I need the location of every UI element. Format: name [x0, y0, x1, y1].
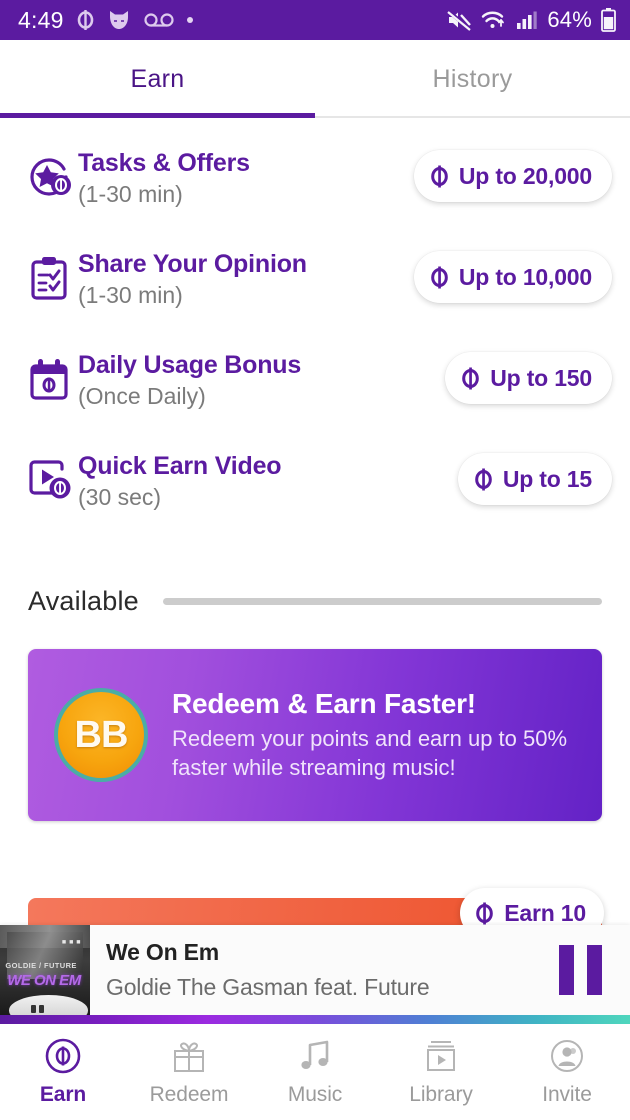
track-artist: Goldie The Gasman feat. Future [106, 974, 430, 1000]
nav-label-music: Music [287, 1083, 343, 1106]
nav-item-invite[interactable]: Invite [504, 1037, 630, 1107]
coin-icon [476, 902, 494, 924]
tab-bar: Earn History [0, 40, 630, 118]
gift-icon [170, 1037, 208, 1075]
coin-circle-icon [44, 1037, 82, 1075]
bb-logo-badge: BB [54, 688, 148, 782]
reward-pill-quick-video[interactable]: Up to 15 [457, 453, 612, 505]
earn-title: Tasks & Offers [78, 149, 250, 177]
earn-title: Share Your Opinion [78, 250, 307, 278]
player-metadata: We On Em Goldie The Gasman feat. Future [90, 939, 559, 1001]
reward-label: Up to 20,000 [458, 162, 592, 189]
album-art-tiny-text: ■ ■ ■ [61, 939, 81, 947]
earn-row-quick-video[interactable]: Quick Earn Video (30 sec) Up to 15 [0, 449, 630, 550]
album-art[interactable]: ■ ■ ■ GOLDIE / FUTURE WE ON EM [0, 925, 90, 1015]
pause-button[interactable] [559, 945, 630, 995]
earn-text-share-opinion: Share Your Opinion (1-30 min) [74, 247, 414, 311]
reward-pill-share-opinion[interactable]: Up to 10,000 [413, 251, 612, 303]
promo-banner-redeem-earn-faster[interactable]: BB Redeem & Earn Faster! Redeem your poi… [28, 649, 602, 821]
nav-item-music[interactable]: Music [252, 1037, 378, 1107]
tab-active-indicator [0, 113, 315, 118]
reward-pill-daily-bonus[interactable]: Up to 150 [445, 352, 612, 404]
promo-copy: Redeem & Earn Faster! Redeem your points… [172, 688, 576, 782]
available-section-header: Available [0, 550, 630, 617]
earn-row-share-opinion[interactable]: Share Your Opinion (1-30 min) Up to 10,0… [0, 247, 630, 348]
library-video-icon [422, 1037, 460, 1075]
earn-subtitle: (30 sec) [78, 484, 162, 510]
calendar-coin-icon [24, 348, 74, 409]
status-bar: 4:49 64% [0, 0, 630, 40]
bottom-navigation: Earn Redeem Music Library Invite [0, 1024, 630, 1120]
earn-subtitle: (Once Daily) [78, 383, 206, 409]
voicemail-icon [143, 13, 174, 27]
reward-pill-tasks-offers[interactable]: Up to 20,000 [413, 150, 612, 202]
app-screen: 4:49 64% Earn History Tasks & Offers (1-… [0, 0, 630, 1120]
cat-icon [109, 11, 128, 29]
nav-label-invite: Invite [542, 1083, 592, 1106]
status-time: 4:49 [18, 6, 64, 33]
promo-subtitle: Redeem your points and earn up to 50% fa… [172, 726, 568, 780]
earn-text-tasks-offers: Tasks & Offers (1-30 min) [74, 146, 414, 210]
tab-history-label: History [432, 64, 513, 93]
coin-icon [462, 367, 480, 389]
section-divider [162, 598, 602, 605]
coin-icon [431, 165, 448, 187]
playback-progress-bar[interactable] [0, 1015, 630, 1024]
coin-icon [431, 266, 448, 288]
earn-row-tasks-offers[interactable]: Tasks & Offers (1-30 min) Up to 20,000 [0, 146, 630, 247]
clipboard-check-icon [24, 247, 74, 308]
earn-title: Daily Usage Bonus [78, 351, 302, 379]
nav-label-library: Library [409, 1083, 473, 1106]
track-title: We On Em [106, 939, 219, 965]
earn-subtitle: (1-30 min) [78, 181, 183, 207]
video-coin-icon [24, 449, 74, 510]
bb-logo-text: BB [74, 713, 129, 756]
mute-icon [447, 9, 472, 31]
earn-options-list: Tasks & Offers (1-30 min) Up to 20,000 S… [0, 118, 630, 550]
dot-icon [186, 17, 193, 23]
nav-item-redeem[interactable]: Redeem [126, 1037, 252, 1107]
earn-text-quick-video: Quick Earn Video (30 sec) [74, 449, 458, 513]
coin-icon [77, 10, 93, 30]
nav-label-redeem: Redeem [149, 1083, 229, 1106]
status-bar-left: 4:49 [18, 7, 193, 34]
nav-item-earn[interactable]: Earn [0, 1037, 126, 1107]
promo-title: Redeem & Earn Faster! [172, 688, 476, 719]
tab-earn[interactable]: Earn [0, 40, 315, 118]
tab-history[interactable]: History [315, 40, 630, 118]
music-note-icon [296, 1037, 334, 1075]
album-art-title: WE ON EM [7, 971, 81, 989]
status-bar-right: 64% [446, 7, 616, 33]
nav-label-earn: Earn [39, 1083, 87, 1106]
reward-label: Up to 10,000 [458, 263, 592, 290]
earn-badge-label: Earn 10 [504, 899, 586, 926]
earn-subtitle: (1-30 min) [78, 282, 183, 308]
reward-label: Up to 150 [490, 364, 592, 391]
tab-earn-label: Earn [130, 64, 185, 93]
earn-title: Quick Earn Video [78, 452, 282, 480]
reward-label: Up to 15 [502, 465, 592, 492]
signal-icon [517, 11, 538, 29]
earn-text-daily-bonus: Daily Usage Bonus (Once Daily) [74, 348, 445, 412]
battery-icon [601, 8, 616, 32]
available-label: Available [28, 586, 139, 616]
mini-player[interactable]: ■ ■ ■ GOLDIE / FUTURE WE ON EM We On Em … [0, 925, 630, 1015]
battery-percent: 64% [547, 7, 592, 32]
album-art-plate-dots [30, 1005, 44, 1014]
earn-row-daily-bonus[interactable]: Daily Usage Bonus (Once Daily) Up to 150 [0, 348, 630, 449]
star-coin-icon [24, 146, 74, 207]
album-art-credit: GOLDIE / FUTURE [5, 961, 77, 970]
person-circle-icon [548, 1037, 586, 1075]
wifi-icon [482, 11, 505, 28]
nav-item-library[interactable]: Library [378, 1037, 504, 1107]
coin-icon [475, 468, 492, 490]
